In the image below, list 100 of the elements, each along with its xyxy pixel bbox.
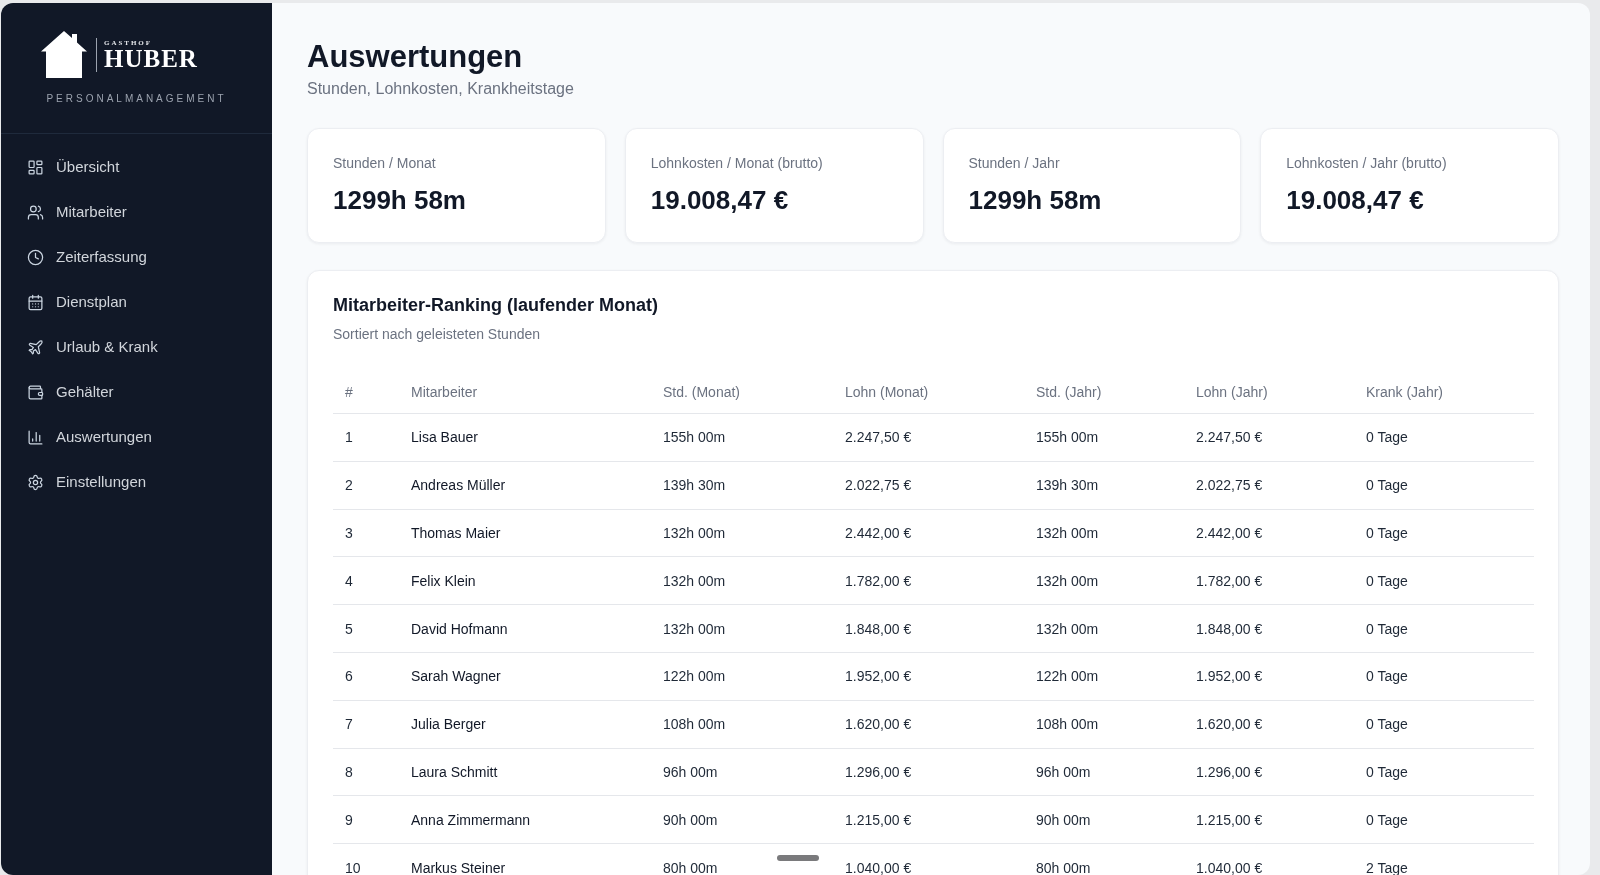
table-cell: 2.247,50 € [845, 429, 912, 446]
employee-name: Julia Berger [411, 716, 486, 733]
table-cell: 10 [345, 859, 361, 875]
table-cell: 132h 00m [1036, 572, 1099, 589]
table-cell: 0 Tage [1366, 620, 1408, 637]
table-cell: 0 Tage [1366, 763, 1408, 780]
table-cell: 0 Tage [1366, 716, 1408, 733]
table-cell: 132h 00m [663, 572, 726, 589]
table-cell: 132h 00m [1036, 525, 1099, 541]
table-cell: 132h 00m [663, 620, 726, 637]
dashboard-icon [27, 159, 44, 176]
table-cell: 1.620,00 € [845, 716, 912, 733]
table-cell: 108h 00m [663, 716, 726, 733]
table-cell: 1.040,00 € [845, 859, 912, 875]
column-header: Std. (Monat) [663, 383, 741, 400]
calendar-icon [27, 294, 44, 311]
table-cell: 5 [345, 620, 353, 637]
table-cell: 2 Tage [1366, 859, 1408, 875]
table-cell: 122h 00m [663, 668, 726, 685]
table-cell: 8 [345, 763, 353, 780]
employee-name: Felix Klein [411, 572, 476, 589]
table-cell: 122h 00m [1036, 668, 1099, 685]
nav-item[interactable]: Urlaub & Krank [1, 325, 272, 370]
table-cell: 139h 30m [1036, 477, 1099, 494]
wallet-icon [27, 384, 44, 401]
employee-name: Laura Schmitt [411, 763, 498, 780]
table-cell: 155h 00m [1036, 429, 1099, 446]
panel-subtitle: Sortiert nach geleisteten Stunden [333, 326, 541, 342]
brand-tagline: PERSONALMANAGEMENT [46, 92, 227, 106]
table-cell: 7 [345, 716, 353, 733]
employee-name: Markus Steiner [411, 859, 506, 875]
table-cell: 80h 00m [663, 859, 718, 875]
table-cell: 90h 00m [1036, 811, 1091, 828]
table-cell: 108h 00m [1036, 716, 1099, 733]
table-cell: 4 [345, 572, 353, 589]
employee-name: Thomas Maier [411, 525, 501, 541]
table-cell: 0 Tage [1366, 668, 1408, 685]
table-cell: 3 [345, 525, 353, 541]
handle-bar-icon [777, 855, 819, 861]
table-cell: 96h 00m [663, 763, 718, 780]
table-cell: 1.952,00 € [845, 668, 912, 685]
stat-label: Stunden / Monat [333, 154, 436, 173]
table-cell: 139h 30m [663, 477, 726, 494]
table-cell: 1.215,00 € [1196, 811, 1263, 828]
table-cell: 2.022,75 € [845, 477, 912, 494]
employee-name: Lisa Bauer [411, 429, 478, 446]
brand-name: HUBER [104, 46, 198, 71]
employee-name: Andreas Müller [411, 477, 506, 494]
nav-item[interactable]: Übersicht [1, 145, 272, 190]
table-cell: 90h 00m [663, 811, 718, 828]
nav-item[interactable]: Auswertungen [1, 415, 272, 460]
stat-label: Lohnkosten / Monat (brutto) [650, 154, 823, 173]
table-cell: 0 Tage [1366, 525, 1408, 541]
table-cell: 1.952,00 € [1196, 668, 1263, 685]
nav-item[interactable]: Mitarbeiter [1, 190, 272, 235]
page-title: Auswertungen [307, 39, 523, 75]
table-cell: 2.442,00 € [845, 525, 912, 541]
table-cell: 1.848,00 € [1196, 620, 1263, 637]
column-header: Std. (Jahr) [1036, 383, 1102, 400]
table-cell: 1 [345, 429, 353, 446]
nav-item[interactable]: Gehälter [1, 370, 272, 415]
plane-icon [27, 339, 44, 356]
table-cell: 0 Tage [1366, 572, 1408, 589]
table-cell: 132h 00m [1036, 620, 1099, 637]
employee-name: Anna Zimmermann [411, 811, 531, 828]
page-subtitle: Stunden, Lohnkosten, Krankheitstage [307, 79, 574, 99]
nav-item[interactable]: Einstellungen [1, 460, 272, 505]
table-cell: 2.442,00 € [1196, 525, 1263, 541]
stat-value: 19.008,47 € [1286, 184, 1424, 216]
column-header: Lohn (Monat) [845, 383, 929, 400]
table-cell: 0 Tage [1366, 811, 1408, 828]
table-cell: 1.782,00 € [1196, 572, 1263, 589]
employee-name: Sarah Wagner [411, 668, 501, 685]
employee-name: David Hofmann [411, 620, 508, 637]
nav-item[interactable]: Dienstplan [1, 280, 272, 325]
column-header: # [345, 383, 353, 400]
stat-value: 1299h 58m [968, 184, 1102, 216]
stat-label: Stunden / Jahr [968, 154, 1060, 173]
settings-icon [27, 474, 44, 491]
house-logo-icon [41, 31, 87, 78]
table-cell: 0 Tage [1366, 477, 1408, 494]
column-header: Krank (Jahr) [1366, 383, 1444, 400]
table-cell: 2.022,75 € [1196, 477, 1263, 494]
table-cell: 155h 00m [663, 429, 726, 446]
table-cell: 1.296,00 € [845, 763, 912, 780]
table-cell: 96h 00m [1036, 763, 1091, 780]
nav-item[interactable]: Zeiterfassung [1, 235, 272, 280]
stat-label: Lohnkosten / Jahr (brutto) [1286, 154, 1447, 173]
table-cell: 132h 00m [663, 525, 726, 541]
column-header: Lohn (Jahr) [1196, 383, 1268, 400]
table-cell: 1.848,00 € [845, 620, 912, 637]
table-cell: 1.215,00 € [845, 811, 912, 828]
table-cell: 1.296,00 € [1196, 763, 1263, 780]
table-cell: 2 [345, 477, 353, 494]
table-cell: 9 [345, 811, 353, 828]
users-icon [27, 204, 44, 221]
stat-value: 1299h 58m [333, 184, 466, 216]
table-cell: 2.247,50 € [1196, 429, 1263, 446]
clock-icon [27, 249, 44, 266]
table-cell: 0 Tage [1366, 429, 1408, 446]
